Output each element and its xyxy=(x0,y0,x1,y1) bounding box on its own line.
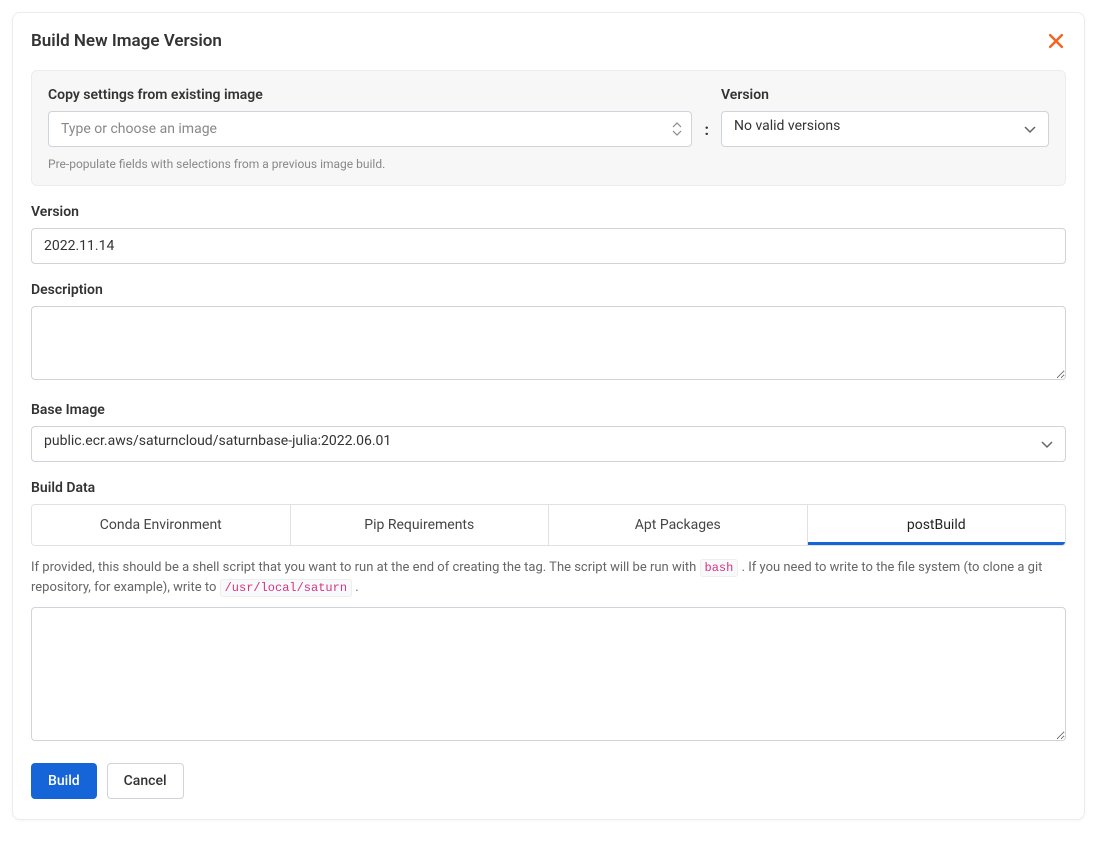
build-data-label: Build Data xyxy=(31,480,1066,496)
base-image-value: public.ecr.aws/saturncloud/saturnbase-ju… xyxy=(31,426,1066,462)
base-image-label: Base Image xyxy=(31,402,1066,418)
tab-conda-environment[interactable]: Conda Environment xyxy=(32,505,291,545)
separator-colon: : xyxy=(702,120,711,147)
copy-version-select[interactable]: No valid versions xyxy=(721,111,1049,147)
copy-help-text: Pre-populate fields with selections from… xyxy=(48,157,1049,171)
dialog-title: Build New Image Version xyxy=(31,31,222,51)
close-icon xyxy=(1046,31,1066,54)
build-button[interactable]: Build xyxy=(31,763,97,799)
description-textarea[interactable] xyxy=(31,306,1066,380)
copy-version-value: No valid versions xyxy=(721,111,1049,147)
build-data-group: Build Data Conda Environment Pip Require… xyxy=(31,480,1066,745)
base-image-group: Base Image public.ecr.aws/saturncloud/sa… xyxy=(31,402,1066,462)
copy-settings-panel: Copy settings from existing image : Vers… xyxy=(31,70,1066,186)
code-path: /usr/local/saturn xyxy=(220,579,352,597)
copy-image-label: Copy settings from existing image xyxy=(48,87,692,103)
version-label: Version xyxy=(31,204,1066,220)
cancel-button[interactable]: Cancel xyxy=(107,763,184,799)
description-label: Description xyxy=(31,282,1066,298)
close-button[interactable] xyxy=(1046,31,1066,54)
action-row: Build Cancel xyxy=(31,763,1066,799)
description-group: Description xyxy=(31,282,1066,384)
copy-version-label: Version xyxy=(721,87,1049,103)
tab-pip-requirements[interactable]: Pip Requirements xyxy=(291,505,550,545)
tab-postbuild[interactable]: postBuild xyxy=(808,505,1066,545)
copy-image-combobox[interactable] xyxy=(48,111,692,147)
build-data-tabs: Conda Environment Pip Requirements Apt P… xyxy=(31,504,1066,546)
dialog-header: Build New Image Version xyxy=(31,31,1066,54)
postbuild-textarea[interactable] xyxy=(31,607,1066,741)
build-image-dialog: Build New Image Version Copy settings fr… xyxy=(12,12,1085,820)
copy-image-input[interactable] xyxy=(48,111,692,147)
code-bash: bash xyxy=(700,559,739,577)
postbuild-description: If provided, this should be a shell scri… xyxy=(31,558,1066,597)
base-image-select[interactable]: public.ecr.aws/saturncloud/saturnbase-ju… xyxy=(31,426,1066,462)
version-input[interactable] xyxy=(31,228,1066,264)
tab-apt-packages[interactable]: Apt Packages xyxy=(549,505,808,545)
version-group: Version xyxy=(31,204,1066,264)
